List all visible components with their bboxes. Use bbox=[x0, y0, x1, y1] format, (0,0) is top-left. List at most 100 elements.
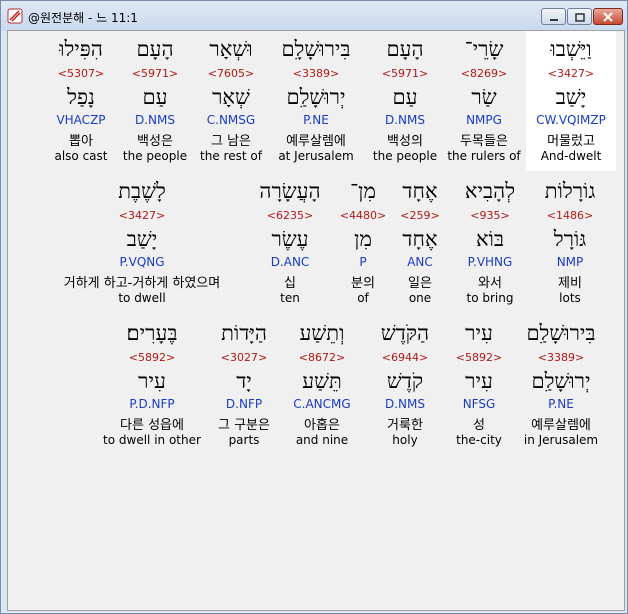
korean-gloss: 아홉은 bbox=[304, 418, 340, 433]
hebrew-word: מִן־ bbox=[350, 179, 376, 203]
korean-gloss: 머물렀고 bbox=[547, 134, 595, 149]
strong-number[interactable]: <8269> bbox=[444, 67, 524, 80]
strong-number[interactable]: <5892> bbox=[102, 351, 202, 364]
english-gloss: holy bbox=[392, 433, 418, 447]
maximize-button[interactable] bbox=[567, 8, 592, 25]
korean-gloss: 거하게 하고-거하게 하였으며 bbox=[63, 276, 221, 291]
word-block[interactable]: הָעָם <5971> עַם D.NMS 백성은 the people bbox=[120, 31, 190, 171]
lemma: יָשַׁב bbox=[126, 227, 158, 251]
word-block[interactable]: וַיֵּשְׁבוּ <3427> יָשַׁב CW.VQIMZP 머물렀고… bbox=[526, 31, 616, 171]
korean-gloss: 성 bbox=[473, 418, 485, 433]
app-icon bbox=[7, 8, 23, 24]
verse-line-3: בִּירוּשָׁלַ͏ִם <3389> יְרוּשָׁלַ͏ִם P.N… bbox=[8, 315, 624, 455]
word-block[interactable]: גוֹרָלוֹת <1486> גּוֹרָל NMP 제비 lots bbox=[530, 173, 610, 313]
korean-gloss: 다른 성읍에 bbox=[120, 418, 184, 433]
strong-number[interactable]: <1486> bbox=[530, 209, 610, 222]
word-block[interactable]: בִּירוּשָׁלַ͏ִם <3389> יְרוּשָׁלַ͏ִם P.N… bbox=[516, 315, 606, 455]
morphology-code: P.VQNG bbox=[119, 255, 165, 269]
strong-number[interactable]: <4480> bbox=[338, 209, 388, 222]
lemma: יָד bbox=[236, 369, 252, 393]
strong-number[interactable]: <8672> bbox=[284, 351, 360, 364]
strong-number[interactable]: <5971> bbox=[120, 67, 190, 80]
maximize-icon bbox=[574, 7, 585, 26]
app-window: @원전분해 - 느 11:1 וַיֵּשְׁבוּ <3427> יָשַׁב… bbox=[0, 0, 628, 614]
lemma: עֶשֶׂר bbox=[271, 227, 309, 251]
lemma: אֶחָד bbox=[402, 227, 438, 251]
strong-number[interactable]: <6235> bbox=[248, 209, 332, 222]
word-block[interactable]: בֶּעָרִים׃ <5892> עִיר P.D.NFP 다른 성읍에 to… bbox=[102, 315, 202, 455]
lemma: תֵּשַׁע bbox=[302, 369, 342, 393]
lemma: שְׁאָר bbox=[212, 85, 250, 109]
strong-number[interactable]: <6944> bbox=[368, 351, 442, 364]
word-block[interactable]: עִיר <5892> עִיר NFSG 성 the-city bbox=[450, 315, 508, 455]
korean-gloss: 백성은 bbox=[137, 134, 173, 149]
strong-number[interactable]: <3027> bbox=[208, 351, 280, 364]
korean-gloss: 분의 bbox=[351, 276, 375, 291]
word-block[interactable]: וְתֵשַׁע <8672> תֵּשַׁע C.ANCMG 아홉은 and … bbox=[284, 315, 360, 455]
lemma: קֹדֶשׁ bbox=[386, 369, 424, 393]
word-block[interactable]: הָעָם <5971> עַם D.NMS 백성의 the people bbox=[370, 31, 440, 171]
word-block[interactable]: הַקֹּדֶשׁ <6944> קֹדֶשׁ D.NMS 거룩한 holy bbox=[368, 315, 442, 455]
strong-number[interactable]: <935> bbox=[454, 209, 526, 222]
english-gloss: in Jerusalem bbox=[523, 433, 599, 447]
verse-line-1: וַיֵּשְׁבוּ <3427> יָשַׁב CW.VQIMZP 머물렀고… bbox=[8, 31, 624, 171]
strong-number[interactable]: <5971> bbox=[370, 67, 440, 80]
english-gloss: the people bbox=[372, 149, 438, 163]
hebrew-word: הָעָם bbox=[136, 37, 174, 61]
close-button[interactable] bbox=[593, 8, 623, 25]
morphology-code: P.VHNG bbox=[467, 255, 513, 269]
minimize-button[interactable] bbox=[541, 8, 566, 25]
korean-gloss: 십 bbox=[284, 276, 296, 291]
morphology-code: C.ANCMG bbox=[293, 397, 351, 411]
hebrew-word: וְתֵשַׁע bbox=[299, 321, 345, 345]
morphology-code: CW.VQIMZP bbox=[536, 113, 606, 127]
strong-number[interactable]: <259> bbox=[390, 209, 450, 222]
strong-number[interactable]: <3427> bbox=[526, 67, 616, 80]
hebrew-word: גוֹרָלוֹת bbox=[544, 179, 596, 203]
morphology-code: D.NFP bbox=[225, 397, 263, 411]
strong-number[interactable]: <3389> bbox=[516, 351, 606, 364]
word-block[interactable]: לָשֶׁבֶת <3427> יָשַׁב P.VQNG 거하게 하고-거하게… bbox=[44, 173, 240, 313]
word-block[interactable]: הַיָּדוֹת <3027> יָד D.NFP 그 구분은 parts bbox=[208, 315, 280, 455]
strong-number[interactable]: <3427> bbox=[44, 209, 240, 222]
morphology-code: VHACZP bbox=[56, 113, 106, 127]
korean-gloss: 와서 bbox=[478, 276, 502, 291]
hebrew-word: וּשְׁאָר bbox=[209, 37, 253, 61]
strong-number[interactable]: <7605> bbox=[196, 67, 266, 80]
hebrew-word: בִּירוּשָׁלָ͏ִם bbox=[281, 37, 351, 61]
word-block[interactable]: אֶחָד <259> אֶחָד ANC 일은 one bbox=[390, 173, 450, 313]
word-block[interactable]: בִּירוּשָׁלָ͏ִם <3389> יְרוּשָׁלַ͏ִם P.N… bbox=[272, 31, 360, 171]
hebrew-word: הָעָם bbox=[386, 37, 424, 61]
word-block[interactable]: שָׂרֵי־ <8269> שַׂר NMPG 두목들은 the rulers… bbox=[444, 31, 524, 171]
korean-gloss: 거룩한 bbox=[387, 418, 423, 433]
english-gloss: at Jerusalem bbox=[278, 149, 354, 163]
word-block[interactable]: הָעֲשָׂרָה <6235> עֶשֶׂר D.ANC 십 ten bbox=[248, 173, 332, 313]
hebrew-word: בֶּעָרִים׃ bbox=[126, 321, 178, 345]
hebrew-word: הַקֹּדֶשׁ bbox=[380, 321, 430, 345]
lemma: יְרוּשָׁלַ͏ִם bbox=[286, 85, 346, 109]
english-gloss: and nine bbox=[295, 433, 349, 447]
english-gloss: to bring bbox=[466, 291, 514, 305]
title-bar[interactable]: @원전분해 - 느 11:1 bbox=[1, 1, 627, 31]
english-gloss: of bbox=[357, 291, 369, 305]
strong-number[interactable]: <3389> bbox=[272, 67, 360, 80]
word-block[interactable]: לְהָבִיא <935> בּוֹא P.VHNG 와서 to bring bbox=[454, 173, 526, 313]
hebrew-word: הַיָּדוֹת bbox=[221, 321, 267, 345]
lemma: יְרוּשָׁלַ͏ִם bbox=[531, 369, 591, 393]
morphology-code: D.ANC bbox=[270, 255, 310, 269]
hebrew-word: בִּירוּשָׁלַ͏ִם bbox=[526, 321, 596, 345]
lemma: בּוֹא bbox=[475, 227, 505, 251]
word-block[interactable]: מִן־ <4480> מִן P 분의 of bbox=[338, 173, 388, 313]
hebrew-word: הִפִּילוּ bbox=[59, 37, 103, 61]
word-block[interactable]: הִפִּילוּ <5307> נָפַל VHACZP 뽑아 also ca… bbox=[48, 31, 114, 171]
word-block[interactable]: וּשְׁאָר <7605> שְׁאָר C.NMSG 그 남은 the r… bbox=[196, 31, 266, 171]
english-gloss: lots bbox=[559, 291, 581, 305]
korean-gloss: 예루살렘에 bbox=[286, 134, 346, 149]
strong-number[interactable]: <5892> bbox=[450, 351, 508, 364]
interlinear-panel[interactable]: וַיֵּשְׁבוּ <3427> יָשַׁב CW.VQIMZP 머물렀고… bbox=[7, 30, 625, 611]
strong-number[interactable]: <5307> bbox=[48, 67, 114, 80]
morphology-code: P.D.NFP bbox=[129, 397, 175, 411]
morphology-code: P bbox=[359, 255, 367, 269]
english-gloss: also cast bbox=[54, 149, 108, 163]
verse-line-2: גוֹרָלוֹת <1486> גּוֹרָל NMP 제비 lots לְה… bbox=[8, 173, 624, 313]
